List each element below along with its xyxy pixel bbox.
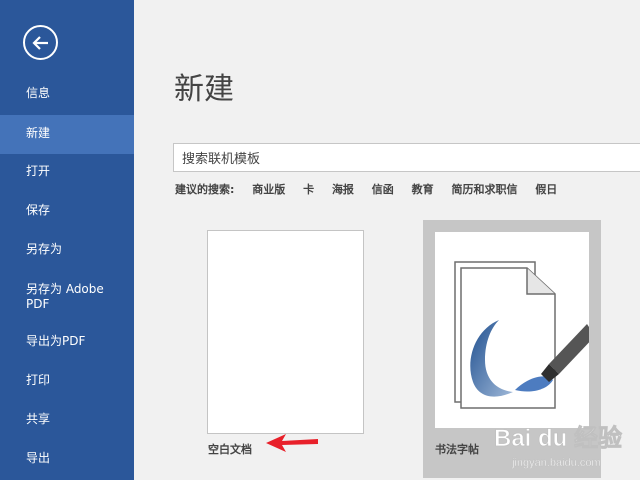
suggested-link-holiday[interactable]: 假日 [535,181,557,197]
nav-item-label: 打开 [26,164,51,178]
nav-item-label: 新建 [26,126,51,140]
back-button[interactable] [23,25,58,60]
nav-item-save[interactable]: 保存 [0,203,134,221]
template-calligraphy-label: 书法字帖 [435,443,479,456]
suggested-link-card[interactable]: 卡 [303,181,314,197]
template-blank-label: 空白文档 [208,443,252,456]
baidu-jingyan-watermark: Bai du 经验 jingyan.baidu.com [492,418,640,474]
nav-item-label: 另存为 Adobe PDF [26,282,104,311]
nav-item-new[interactable]: 新建 [0,115,134,154]
page-title: 新建 [174,72,234,107]
nav-item-info[interactable]: 信息 [0,86,134,104]
nav-item-open[interactable]: 打开 [0,164,134,182]
suggested-searches-label: 建议的搜索: [175,183,235,196]
nav-item-label: 共享 [26,412,51,426]
nav-item-label: 保存 [26,203,51,217]
nav-item-label: 导出为PDF [26,334,86,348]
suggested-searches: 建议的搜索: 商业版 卡 海报 信函 教育 简历和求职信 假日 [175,181,571,197]
nav-item-save-as-adobe-pdf[interactable]: 另存为 Adobe PDF [0,282,134,314]
nav-item-save-as[interactable]: 另存为 [0,242,134,260]
search-templates-input[interactable] [173,143,640,172]
nav-item-share[interactable]: 共享 [0,412,134,430]
red-arrow-icon [266,434,318,452]
nav-item-label: 打印 [26,373,51,387]
nav-item-export[interactable]: 导出 [0,451,134,469]
suggested-link-letter[interactable]: 信函 [372,181,394,197]
nav-item-label: 导出 [26,451,51,465]
watermark-logo-text: Bai du 经验 [494,424,622,452]
suggested-link-education[interactable]: 教育 [412,181,434,197]
nav-item-print[interactable]: 打印 [0,373,134,391]
backstage-sidebar: 信息 新建 打开 保存 另存为 另存为 Adobe PDF 导出为PDF 打印 … [0,0,134,480]
nav-item-label: 另存为 [26,242,63,256]
template-blank-document[interactable] [207,230,364,434]
calligraphy-brush-icon [454,261,589,409]
nav-item-label: 信息 [26,86,51,100]
suggested-link-resume[interactable]: 简历和求职信 [451,181,517,197]
suggested-link-poster[interactable]: 海报 [332,181,354,197]
baidu-watermark-logo: Bai du 经验 jingyan.baidu.com [494,424,623,470]
template-calligraphy-thumbnail [435,232,589,428]
back-arrow-icon [32,36,48,50]
suggested-link-business[interactable]: 商业版 [252,181,285,197]
nav-item-export-pdf[interactable]: 导出为PDF [0,334,134,352]
watermark-url: jingyan.baidu.com [511,457,601,469]
